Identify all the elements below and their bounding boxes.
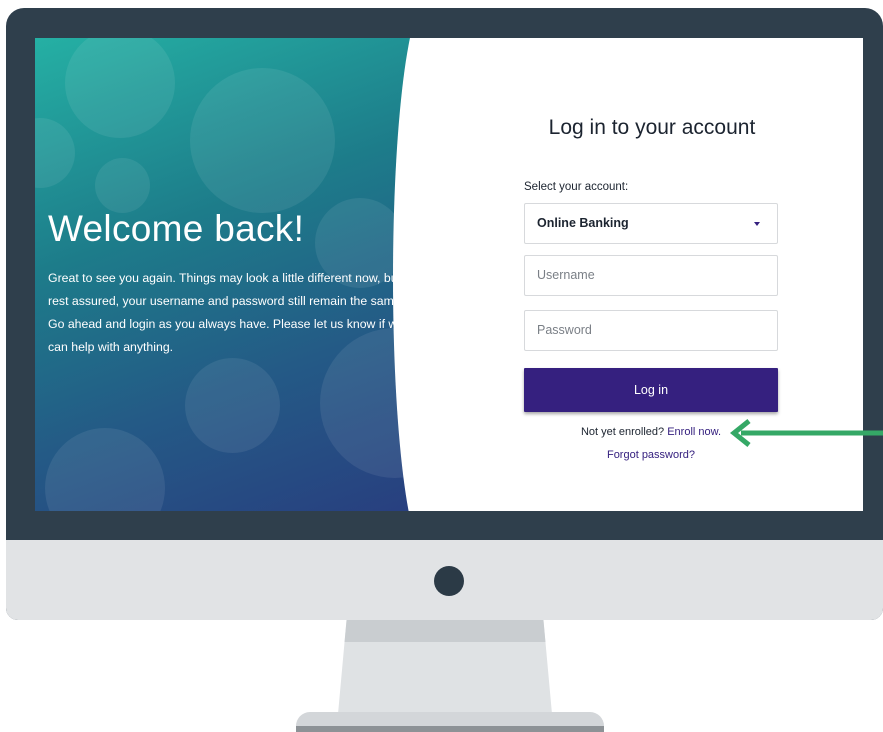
camera-icon (434, 566, 464, 596)
welcome-message: Great to see you again. Things may look … (48, 271, 405, 354)
username-field[interactable]: Username (524, 255, 778, 296)
decorative-circle (65, 38, 175, 138)
password-field[interactable]: Password (524, 310, 778, 351)
hero-curve-divider (393, 38, 435, 511)
welcome-hero: Welcome back! Great to see you again. Th… (35, 38, 435, 511)
forgot-password-link[interactable]: Forgot password? (607, 449, 695, 461)
account-select-label: Select your account: (524, 181, 629, 193)
decorative-circle (95, 158, 150, 213)
forgot-password-line: Forgot password? (524, 449, 778, 461)
password-placeholder: Password (537, 323, 592, 337)
welcome-title: Welcome back! (48, 208, 305, 249)
chevron-down-icon (754, 222, 760, 226)
username-placeholder: Username (537, 268, 595, 282)
enroll-now-link[interactable]: Enroll now. (667, 426, 721, 438)
decorative-circle (35, 118, 75, 188)
monitor-stand-neck (338, 620, 552, 714)
enroll-prompt-text: Not yet enrolled? (580, 426, 665, 438)
monitor-chin (6, 540, 883, 620)
decorative-circle (190, 68, 335, 213)
decorative-circle (185, 358, 280, 453)
account-select[interactable]: Online Banking (524, 203, 778, 244)
login-button[interactable]: Log in (524, 368, 778, 412)
arrow-left-icon (729, 419, 883, 447)
account-select-value: Online Banking (537, 216, 629, 230)
login-title: Log in to your account (548, 116, 756, 139)
decorative-circle (45, 428, 165, 511)
monitor-stand-base (296, 712, 604, 732)
